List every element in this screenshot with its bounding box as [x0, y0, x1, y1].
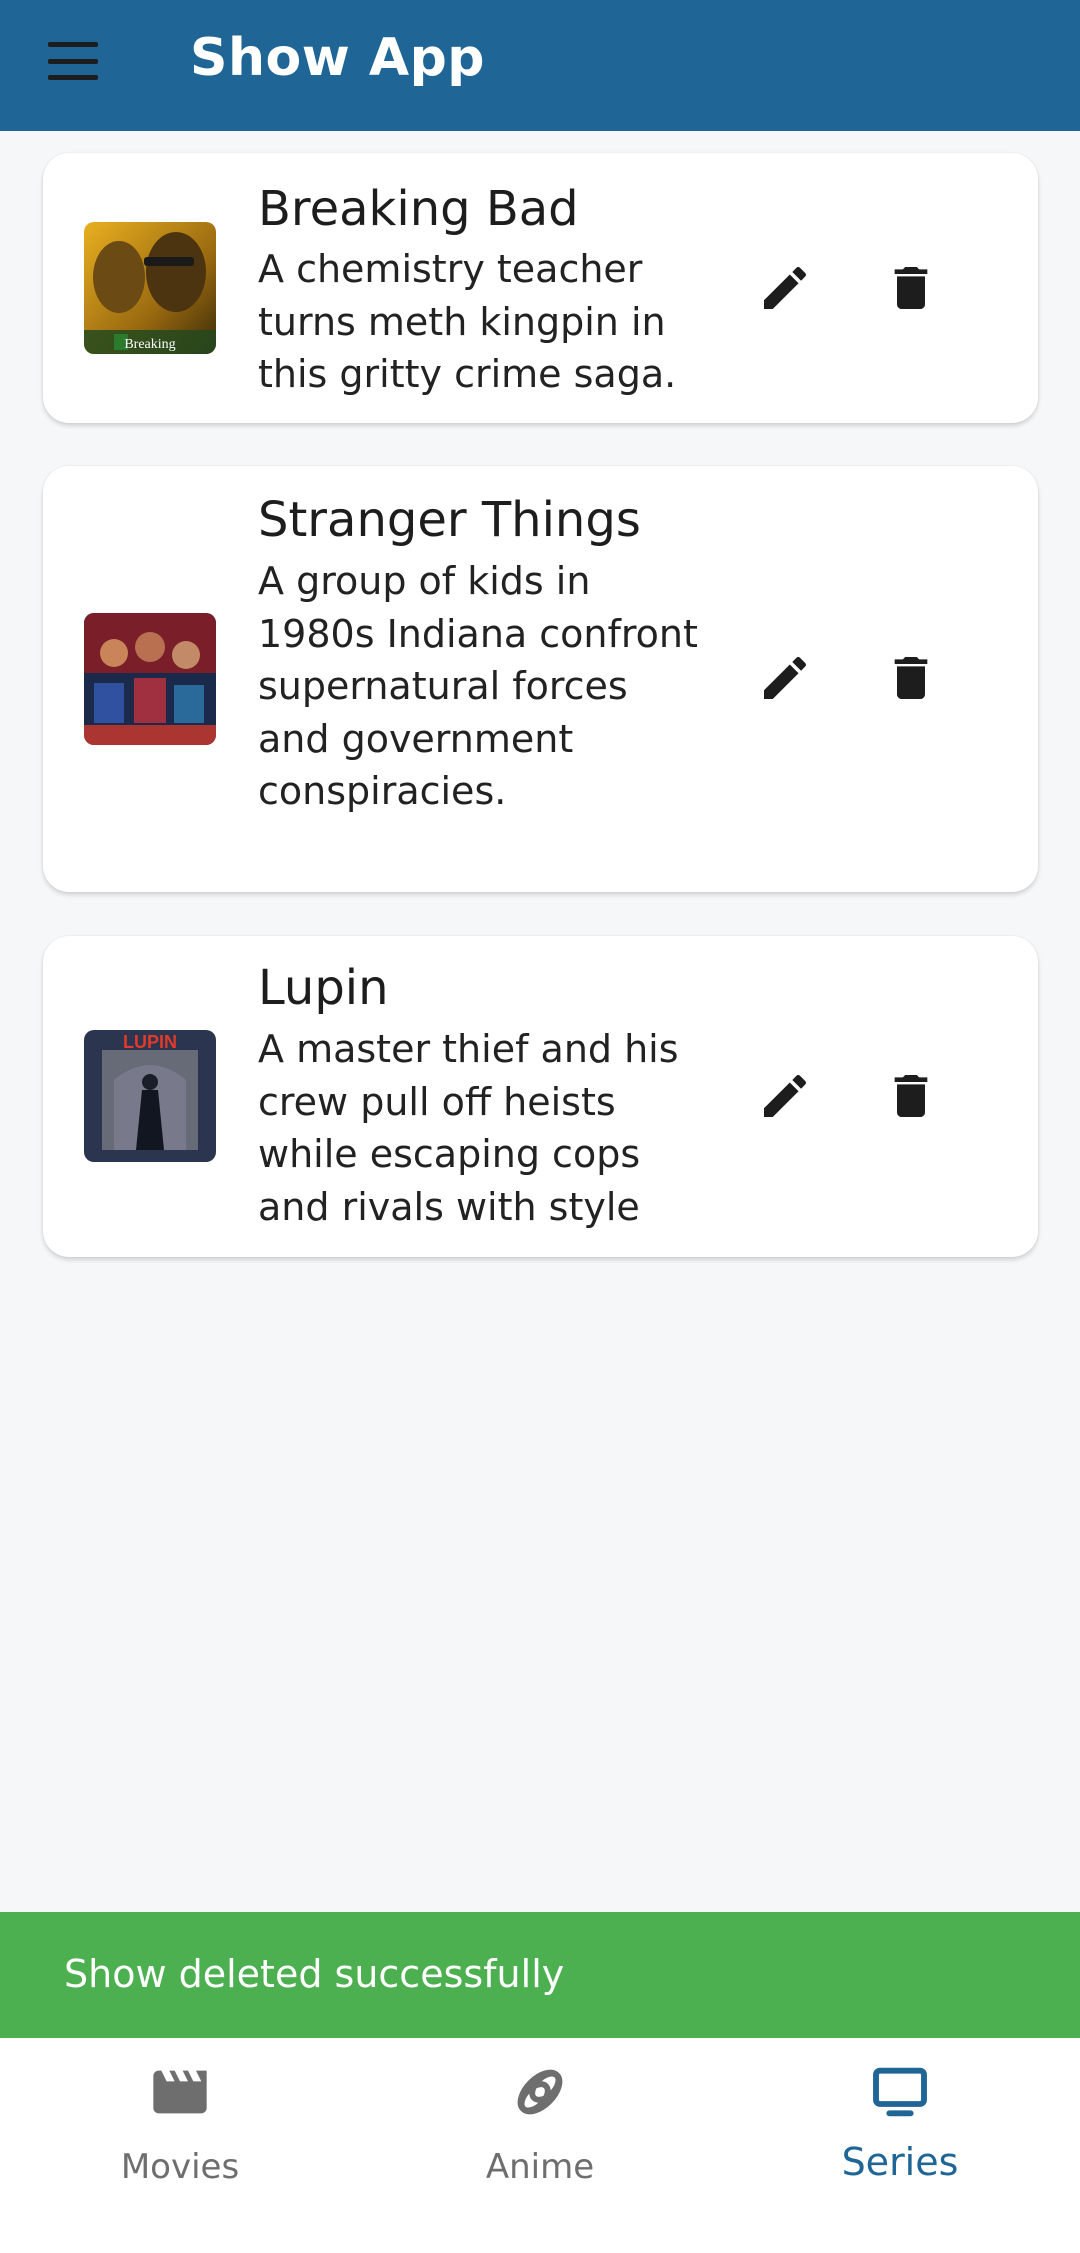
trash-icon	[894, 657, 928, 699]
rings-icon	[508, 2060, 572, 2124]
nav-label: Anime	[485, 2147, 595, 2187]
app-bar: Show App	[0, 0, 1080, 131]
bottom-navigation: Movies Anime Series	[0, 2038, 1080, 2253]
snackbar: Show deleted successfully	[0, 1912, 1080, 2038]
show-description: A group of kids in 1980s Indiana confron…	[258, 559, 698, 813]
trash-icon	[894, 1075, 928, 1117]
clapperboard-icon	[148, 2060, 212, 2124]
nav-item-anime[interactable]: Anime	[360, 2038, 720, 2253]
snackbar-message: Show deleted successfully	[64, 1952, 565, 1996]
poster-image-breaking-bad: Breaking	[84, 222, 216, 354]
delete-button[interactable]	[871, 1056, 951, 1136]
show-title: Breaking Bad	[258, 181, 579, 237]
nav-label: Series	[841, 2140, 959, 2184]
nav-label: Movies	[120, 2147, 240, 2187]
tv-icon	[868, 2060, 932, 2124]
nav-item-series[interactable]: Series	[720, 2038, 1080, 2253]
edit-button[interactable]	[745, 248, 825, 328]
show-title: Stranger Things	[258, 492, 641, 548]
show-description: A master thief and his crew pull off hei…	[258, 1027, 679, 1229]
pencil-icon	[764, 266, 807, 309]
show-card-lupin: LUPIN Lupin A master thief and his crew …	[43, 936, 1038, 1257]
trash-icon	[894, 267, 928, 309]
show-card-stranger-things: Stranger Things A group of kids in 1980s…	[43, 466, 1038, 892]
poster-text-breaking: Breaking	[124, 337, 175, 352]
delete-button[interactable]	[871, 638, 951, 718]
show-title: Lupin	[258, 960, 389, 1016]
poster-image-lupin: LUPIN	[84, 1030, 216, 1162]
menu-icon[interactable]	[48, 42, 98, 80]
edit-button[interactable]	[745, 1056, 825, 1136]
pencil-icon	[764, 1074, 807, 1117]
show-description: A chemistry teacher turns meth kingpin i…	[258, 247, 677, 396]
nav-item-movies[interactable]: Movies	[0, 2038, 360, 2253]
poster-image-stranger-things	[84, 613, 216, 745]
app-title: Show App	[190, 28, 486, 88]
delete-button[interactable]	[871, 248, 951, 328]
show-card-breaking-bad: Breaking Breaking Bad A chemistry teache…	[43, 153, 1038, 423]
poster-text-lupin: LUPIN	[123, 1032, 177, 1052]
pencil-icon	[764, 656, 807, 699]
edit-button[interactable]	[745, 638, 825, 718]
